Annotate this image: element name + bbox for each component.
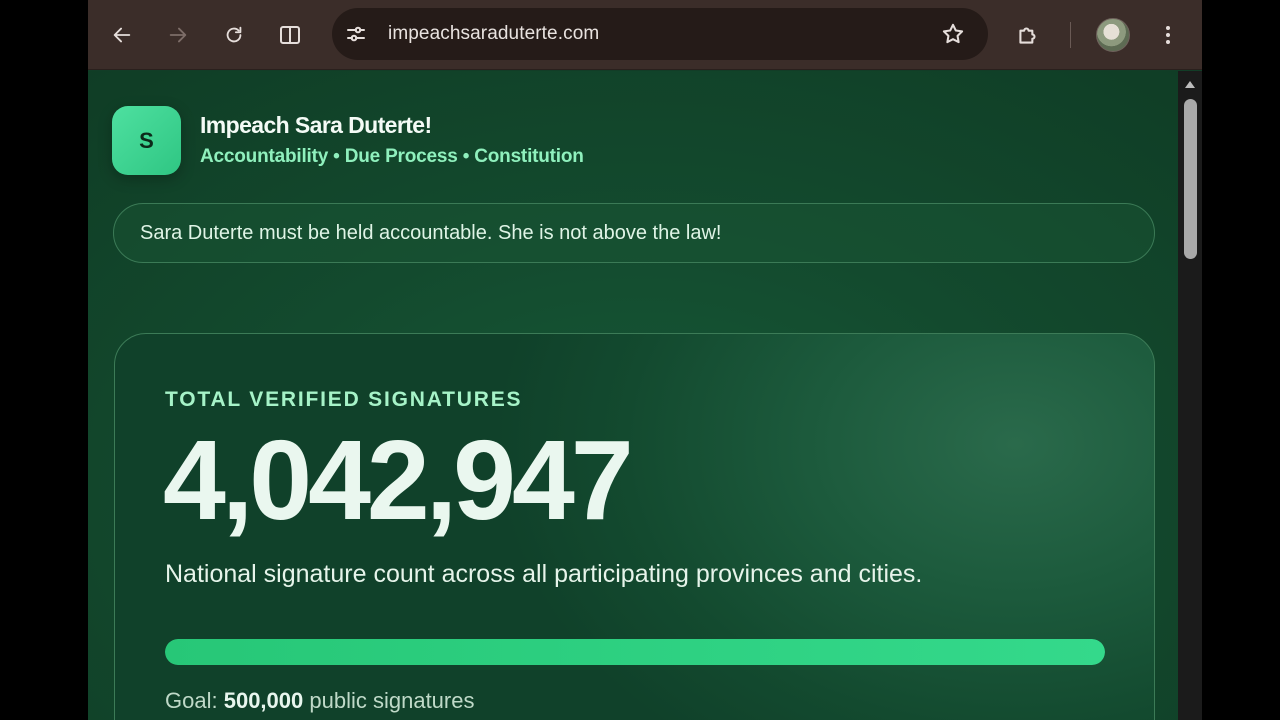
goal-value: 500,000 bbox=[223, 688, 304, 713]
web-page: S Impeach Sara Duterte! Accountability •… bbox=[88, 71, 1178, 720]
arrow-right-icon bbox=[169, 27, 187, 43]
signature-description: National signature count across all part… bbox=[165, 560, 923, 588]
signature-count: 4,042,947 bbox=[163, 417, 634, 543]
scroll-thumb[interactable] bbox=[1184, 99, 1197, 259]
signature-progress-bar bbox=[165, 639, 1105, 665]
back-button[interactable] bbox=[104, 17, 140, 53]
site-settings-icon[interactable] bbox=[344, 22, 368, 46]
logo-letter: S bbox=[139, 127, 154, 153]
goal-suffix: public signatures bbox=[309, 688, 475, 713]
toolbar-divider bbox=[1070, 22, 1071, 48]
forward-button[interactable] bbox=[160, 17, 196, 53]
scroll-up-arrow-icon[interactable] bbox=[1185, 81, 1195, 88]
notice-text: Sara Duterte must be held accountable. S… bbox=[140, 222, 722, 244]
reload-icon bbox=[226, 26, 242, 43]
goal-text: Goal: 500,000 public signatures bbox=[165, 688, 474, 714]
bookmark-star-icon[interactable] bbox=[940, 21, 966, 47]
browser-menu-button[interactable] bbox=[1150, 17, 1186, 53]
profile-avatar[interactable] bbox=[1096, 18, 1130, 52]
site-logo[interactable]: S bbox=[112, 106, 181, 175]
extensions-button[interactable] bbox=[1010, 17, 1046, 53]
goal-prefix: Goal: bbox=[165, 688, 218, 713]
split-view-button[interactable] bbox=[272, 17, 308, 53]
address-bar[interactable]: impeachsaraduterte.com bbox=[332, 8, 988, 60]
url-text[interactable]: impeachsaraduterte.com bbox=[388, 23, 599, 45]
reload-button[interactable] bbox=[216, 17, 252, 53]
split-view-icon bbox=[280, 26, 300, 44]
notice-banner: Sara Duterte must be held accountable. S… bbox=[113, 203, 1155, 263]
site-tagline: Accountability • Due Process • Constitut… bbox=[200, 146, 584, 167]
signature-label: TOTAL VERIFIED SIGNATURES bbox=[165, 388, 523, 411]
page-scrollbar[interactable] bbox=[1178, 71, 1202, 720]
site-title[interactable]: Impeach Sara Duterte! bbox=[200, 112, 432, 139]
signature-card: TOTAL VERIFIED SIGNATURES 4,042,947 Nati… bbox=[114, 333, 1155, 720]
puzzle-piece-icon bbox=[1019, 27, 1036, 44]
signature-progress-fill bbox=[165, 639, 1105, 665]
browser-window: impeachsaraduterte.com S Impeach Sara Du… bbox=[88, 0, 1202, 720]
more-vertical-icon bbox=[1166, 26, 1170, 44]
browser-toolbar: impeachsaraduterte.com bbox=[88, 0, 1202, 70]
arrow-left-icon bbox=[113, 27, 131, 43]
